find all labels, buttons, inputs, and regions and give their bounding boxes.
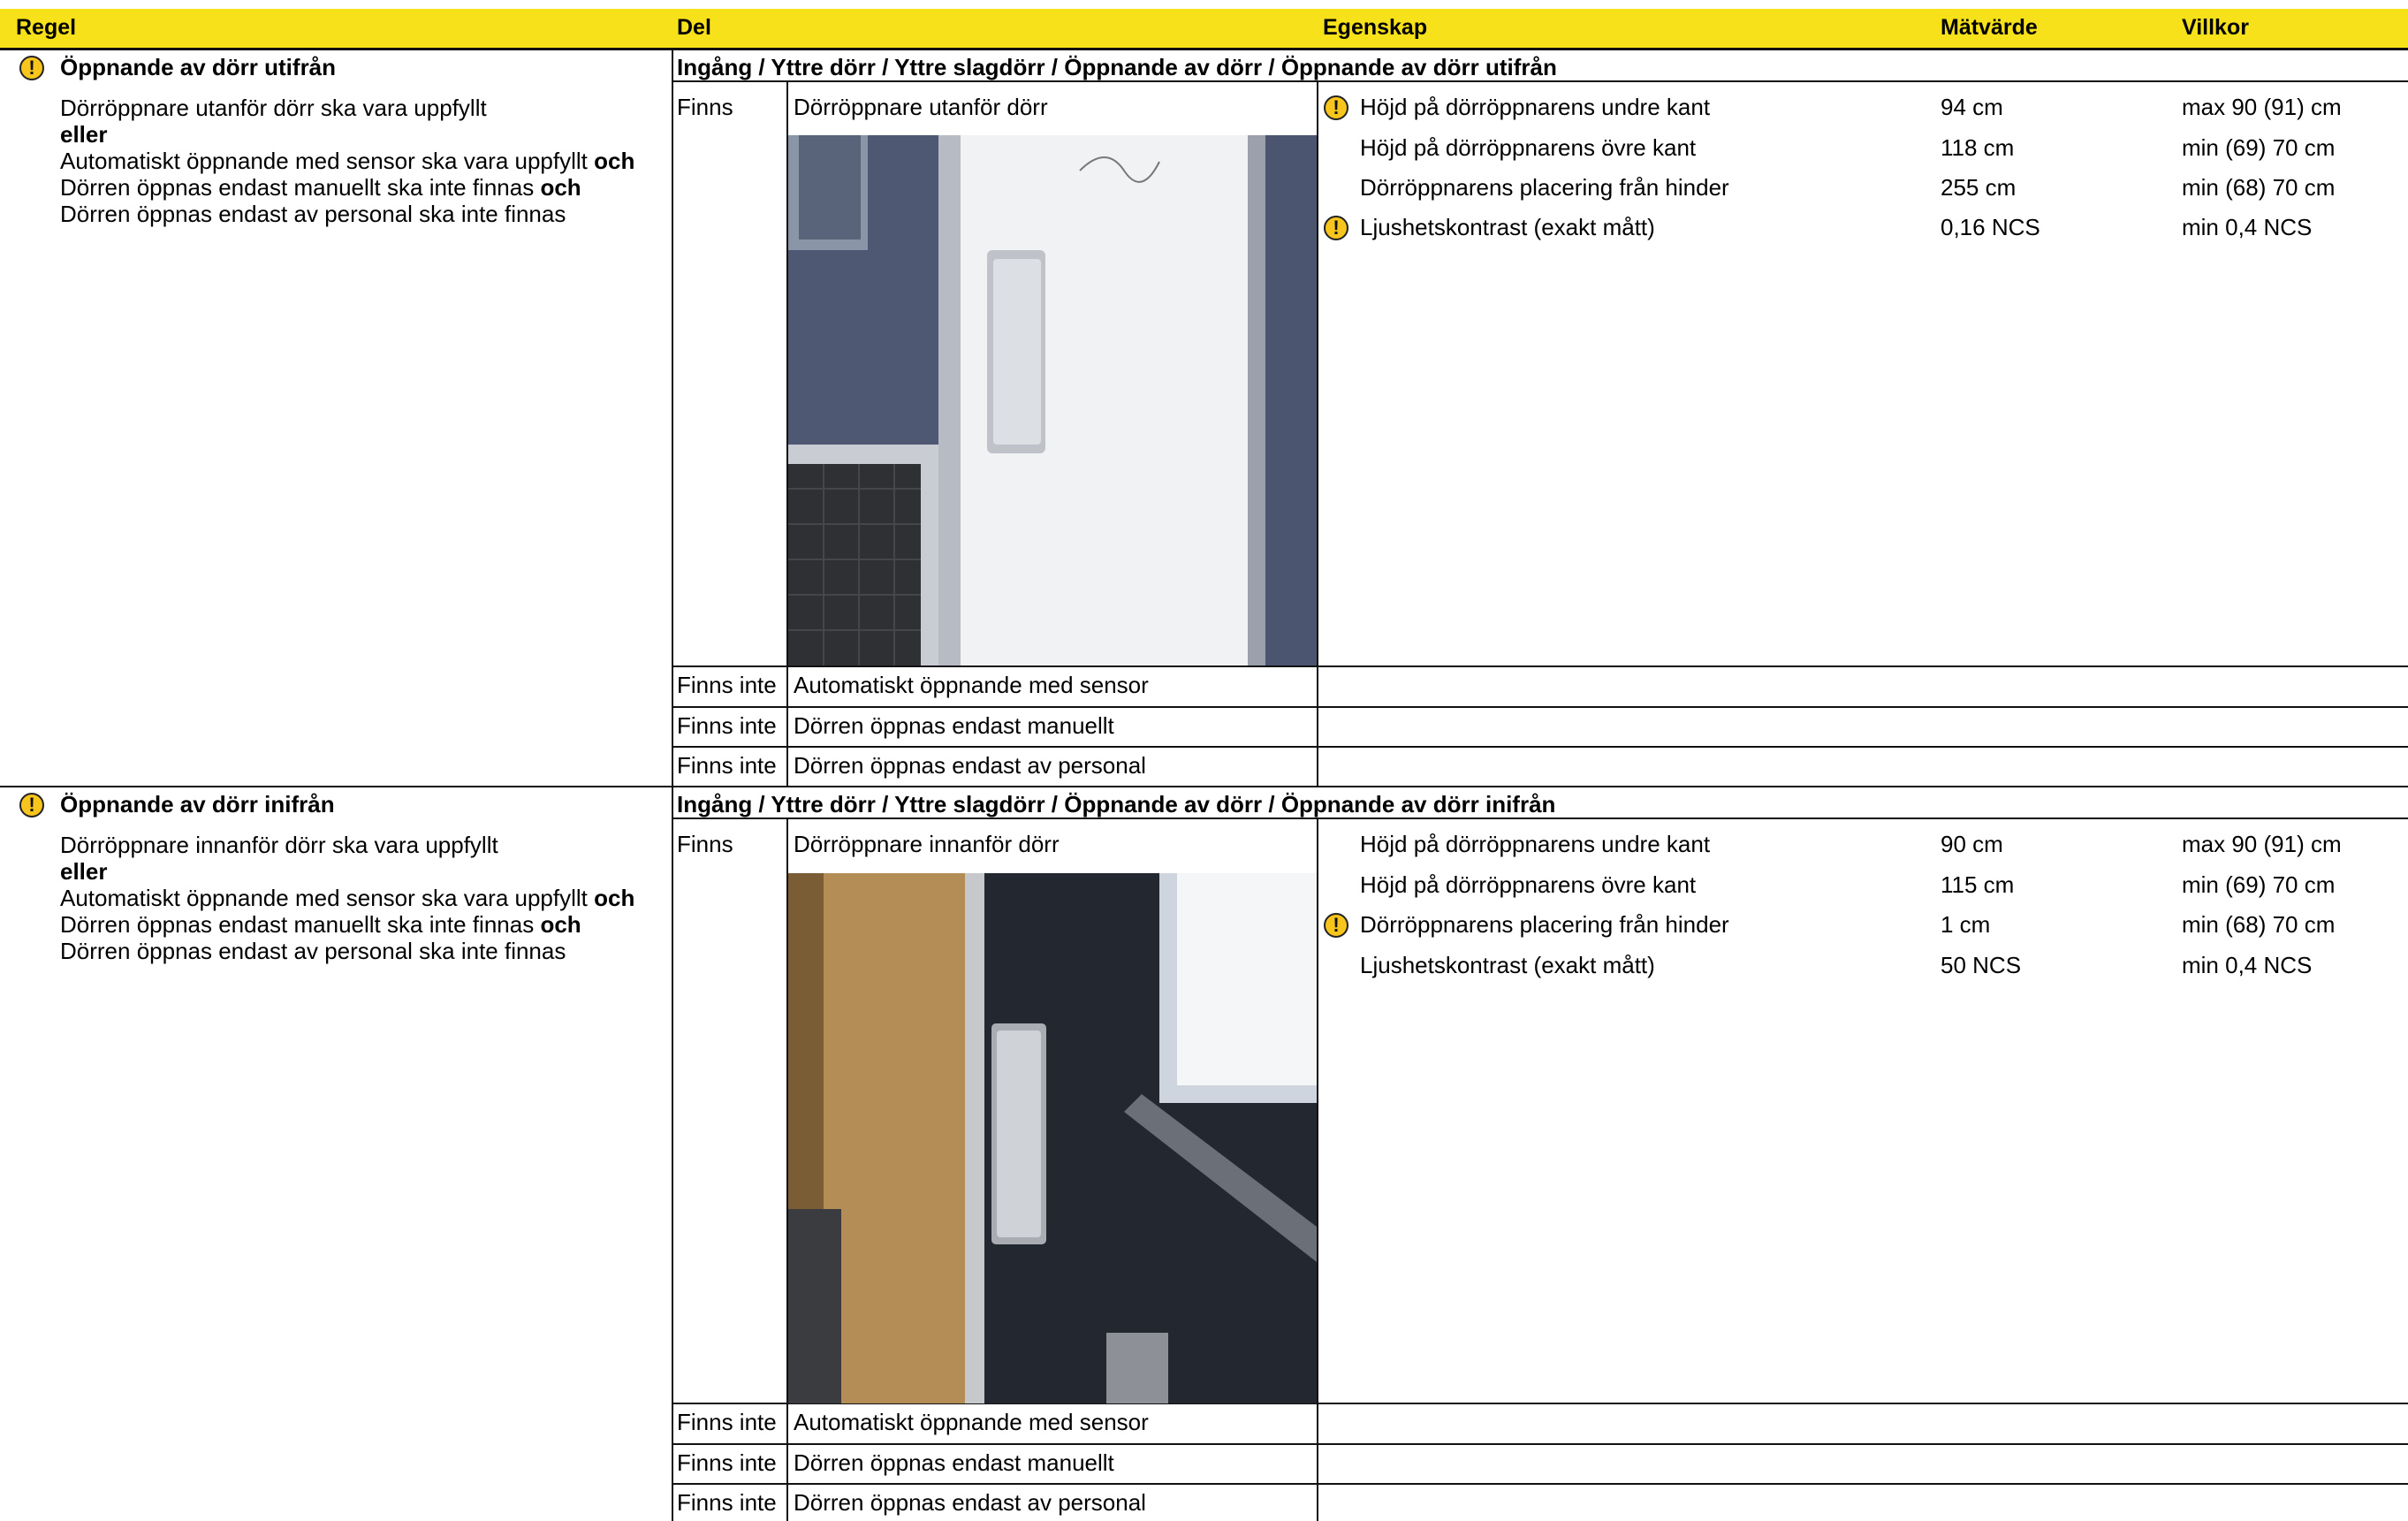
rule-line: Dörren öppnas endast manuellt ska inte f… — [60, 174, 581, 201]
warning-icon: ! — [1324, 913, 1348, 938]
measure-property: Höjd på dörröppnarens övre kant — [1360, 871, 1697, 898]
measure-value: 94 cm — [1941, 94, 2003, 120]
rule-title: Öppnande av dörr utifrån — [60, 54, 337, 80]
part-status: Finns inte — [677, 1409, 777, 1435]
table-header: Regel Del Egenskap Mätvärde Villkor — [0, 9, 2408, 50]
header-del: Del — [677, 15, 711, 40]
measure-property: Höjd på dörröppnarens undre kant — [1360, 94, 1711, 120]
measure-condition: min 0,4 NCS — [2182, 952, 2313, 978]
part-name: Dörren öppnas endast av personal — [794, 752, 1146, 779]
part-status: Finns inte — [677, 712, 777, 739]
door-opener-photo-outside — [788, 135, 1317, 665]
part-name: Automatiskt öppnande med sensor — [794, 1409, 1149, 1435]
measure-value: 255 cm — [1941, 174, 2017, 201]
rule-line: Automatiskt öppnande med sensor ska vara… — [60, 148, 635, 174]
measure-value: 50 NCS — [1941, 952, 2022, 978]
measure-value: 115 cm — [1941, 871, 2015, 898]
measure-condition: min (69) 70 cm — [2182, 134, 2336, 161]
part-status: Finns inte — [677, 752, 777, 779]
measure-property: Höjd på dörröppnarens undre kant — [1360, 831, 1711, 857]
part-status: Finns — [677, 831, 733, 857]
warning-icon: ! — [1324, 216, 1348, 240]
rule-line: Dörren öppnas endast av personal ska int… — [60, 201, 566, 227]
measure-property: Ljushetskontrast (exakt mått) — [1360, 214, 1655, 240]
measure-property: Dörröppnarens placering från hinder — [1360, 911, 1729, 938]
part-status: Finns inte — [677, 1489, 777, 1516]
warning-icon: ! — [1324, 95, 1348, 120]
measure-property: Ljushetskontrast (exakt mått) — [1360, 952, 1655, 978]
measure-condition: min 0,4 NCS — [2182, 214, 2313, 240]
measure-value: 0,16 NCS — [1941, 214, 2040, 240]
header-regel: Regel — [16, 15, 77, 40]
part-status: Finns — [677, 94, 733, 120]
measure-value: 118 cm — [1941, 134, 2015, 161]
header-egenskap: Egenskap — [1323, 15, 1428, 40]
rule-line-eller: eller — [60, 858, 108, 885]
measure-value: 1 cm — [1941, 911, 1991, 938]
header-villkor: Villkor — [2182, 15, 2249, 40]
part-name: Dörren öppnas endast manuellt — [794, 712, 1114, 739]
page: Regel Del Egenskap Mätvärde Villkor ! Öp… — [0, 0, 2408, 1521]
part-name: Dörröppnare innanför dörr — [794, 831, 1060, 857]
rule-line: Dörröppnare utanför dörr ska vara uppfyl… — [60, 95, 487, 121]
rule-line: Dörren öppnas endast av personal ska int… — [60, 938, 566, 964]
part-status: Finns inte — [677, 1449, 777, 1476]
measure-condition: max 90 (91) cm — [2182, 94, 2342, 120]
door-opener-photo-inside — [788, 873, 1317, 1403]
rule-line: Dörröppnare innanför dörr ska vara uppfy… — [60, 832, 498, 858]
part-status: Finns inte — [677, 672, 777, 698]
header-matvarde: Mätvärde — [1941, 15, 2038, 40]
part-path: Ingång / Yttre dörr / Yttre slagdörr / Ö… — [677, 791, 1556, 818]
part-name: Dörren öppnas endast av personal — [794, 1489, 1146, 1516]
warning-icon: ! — [19, 56, 44, 80]
rule-line: Automatiskt öppnande med sensor ska vara… — [60, 885, 635, 911]
part-path: Ingång / Yttre dörr / Yttre slagdörr / Ö… — [677, 54, 1557, 80]
measure-condition: max 90 (91) cm — [2182, 831, 2342, 857]
measure-value: 90 cm — [1941, 831, 2003, 857]
part-name: Automatiskt öppnande med sensor — [794, 672, 1149, 698]
measure-property: Höjd på dörröppnarens övre kant — [1360, 134, 1697, 161]
rule-title: Öppnande av dörr inifrån — [60, 791, 335, 818]
rule-line-eller: eller — [60, 121, 108, 148]
rule-line: Dörren öppnas endast manuellt ska inte f… — [60, 911, 581, 938]
warning-icon: ! — [19, 793, 44, 818]
measure-condition: min (68) 70 cm — [2182, 911, 2336, 938]
measure-condition: min (68) 70 cm — [2182, 174, 2336, 201]
measure-property: Dörröppnarens placering från hinder — [1360, 174, 1729, 201]
part-name: Dörröppnare utanför dörr — [794, 94, 1048, 120]
measure-condition: min (69) 70 cm — [2182, 871, 2336, 898]
part-name: Dörren öppnas endast manuellt — [794, 1449, 1114, 1476]
